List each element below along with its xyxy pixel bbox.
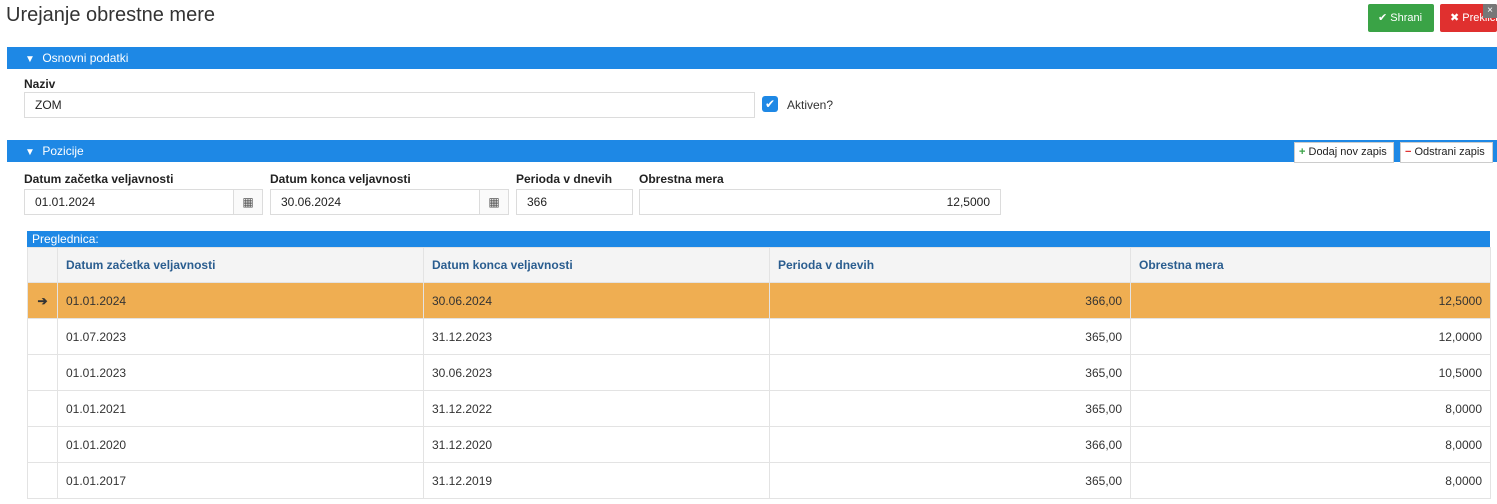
column-header-period[interactable]: Perioda v dnevih xyxy=(769,247,1131,283)
table-row[interactable]: 01.07.2023 31.12.2023 365,00 12,0000 xyxy=(27,318,1491,355)
cell-period: 365,00 xyxy=(769,354,1131,391)
table-row[interactable]: 01.01.2021 31.12.2022 365,00 8,0000 xyxy=(27,390,1491,427)
remove-record-label: Odstrani zapis xyxy=(1414,146,1485,158)
name-label: Naziv xyxy=(24,77,56,91)
minus-icon: − xyxy=(1405,146,1412,158)
start-date-field[interactable]: 01.01.2024 xyxy=(24,189,234,215)
row-indicator xyxy=(27,462,58,499)
cell-start: 01.01.2020 xyxy=(57,426,424,463)
column-header-end[interactable]: Datum konca veljavnosti xyxy=(423,247,770,283)
cell-rate: 10,5000 xyxy=(1130,354,1491,391)
cell-rate: 12,0000 xyxy=(1130,318,1491,355)
column-header-start[interactable]: Datum začetka veljavnosti xyxy=(57,247,424,283)
active-label: Aktiven? xyxy=(787,98,834,112)
cell-start: 01.01.2017 xyxy=(57,462,424,499)
cell-rate: 8,0000 xyxy=(1130,390,1491,427)
cell-start: 01.07.2023 xyxy=(57,318,424,355)
table-row[interactable]: 01.01.2023 30.06.2023 365,00 10,5000 xyxy=(27,354,1491,391)
add-record-button[interactable]: + Dodaj nov zapis xyxy=(1294,142,1394,163)
period-field[interactable]: 366 xyxy=(516,189,633,215)
table-row[interactable]: 01.01.2017 31.12.2019 365,00 8,0000 xyxy=(27,462,1491,499)
save-button[interactable]: ✔ Shrani xyxy=(1368,4,1434,32)
section-positions-label: Pozicije xyxy=(42,144,84,158)
name-field[interactable]: ZOM xyxy=(24,92,755,118)
cell-end: 31.12.2019 xyxy=(423,462,770,499)
cell-start: 01.01.2021 xyxy=(57,390,424,427)
table-row[interactable]: 01.01.2020 31.12.2020 366,00 8,0000 xyxy=(27,426,1491,463)
end-date-label: Datum konca veljavnosti xyxy=(270,172,411,186)
column-header-rate[interactable]: Obrestna mera xyxy=(1130,247,1491,283)
cell-end: 30.06.2024 xyxy=(423,282,770,319)
section-basic-header[interactable]: ▼ Osnovni podatki xyxy=(7,47,1497,69)
check-icon: ✔ xyxy=(1378,12,1388,24)
grid-header-row: Datum začetka veljavnosti Datum konca ve… xyxy=(27,247,1491,283)
chevron-down-icon: ▼ xyxy=(25,147,35,158)
row-indicator xyxy=(27,318,58,355)
cancel-button[interactable]: ✖ Prekliči × xyxy=(1440,4,1497,32)
cell-period: 365,00 xyxy=(769,390,1131,427)
cell-start: 01.01.2023 xyxy=(57,354,424,391)
chevron-down-icon: ▼ xyxy=(25,54,35,65)
grid-indicator-header xyxy=(27,247,58,283)
cell-rate: 12,5000 xyxy=(1130,282,1491,319)
grid-title: Preglednica: xyxy=(27,231,1490,247)
add-record-label: Dodaj nov zapis xyxy=(1308,146,1387,158)
x-icon: ✖ xyxy=(1450,12,1460,24)
cell-period: 366,00 xyxy=(769,426,1131,463)
period-label: Perioda v dnevih xyxy=(516,172,613,186)
calendar-icon[interactable]: ▦ xyxy=(479,189,509,215)
end-date-field[interactable]: 30.06.2024 xyxy=(270,189,480,215)
save-button-label: Shrani xyxy=(1390,12,1423,24)
calendar-icon[interactable]: ▦ xyxy=(233,189,263,215)
cell-period: 366,00 xyxy=(769,282,1131,319)
row-indicator xyxy=(27,426,58,463)
cell-rate: 8,0000 xyxy=(1130,426,1491,463)
active-checkbox[interactable]: ✔ xyxy=(762,96,778,112)
cell-end: 31.12.2022 xyxy=(423,390,770,427)
page-title: Urejanje obrestne mere xyxy=(6,4,215,26)
start-date-label: Datum začetka veljavnosti xyxy=(24,172,174,186)
cell-end: 31.12.2020 xyxy=(423,426,770,463)
plus-icon: + xyxy=(1299,146,1306,158)
row-indicator xyxy=(27,354,58,391)
table-row[interactable]: ➔ 01.01.2024 30.06.2024 366,00 12,5000 xyxy=(27,282,1491,319)
cell-end: 30.06.2023 xyxy=(423,354,770,391)
data-grid: Datum začetka veljavnosti Datum konca ve… xyxy=(27,247,1491,499)
cell-rate: 8,0000 xyxy=(1130,462,1491,499)
section-positions-header[interactable]: ▼ Pozicije xyxy=(7,140,1497,162)
section-basic-label: Osnovni podatki xyxy=(42,51,129,65)
close-icon[interactable]: × xyxy=(1483,4,1497,18)
arrow-right-icon: ➔ xyxy=(27,282,58,319)
rate-field[interactable]: 12,5000 xyxy=(639,189,1001,215)
row-indicator xyxy=(27,390,58,427)
cell-end: 31.12.2023 xyxy=(423,318,770,355)
remove-record-button[interactable]: − Odstrani zapis xyxy=(1400,142,1493,163)
cell-period: 365,00 xyxy=(769,318,1131,355)
rate-label: Obrestna mera xyxy=(639,172,724,186)
cell-period: 365,00 xyxy=(769,462,1131,499)
cell-start: 01.01.2024 xyxy=(57,282,424,319)
